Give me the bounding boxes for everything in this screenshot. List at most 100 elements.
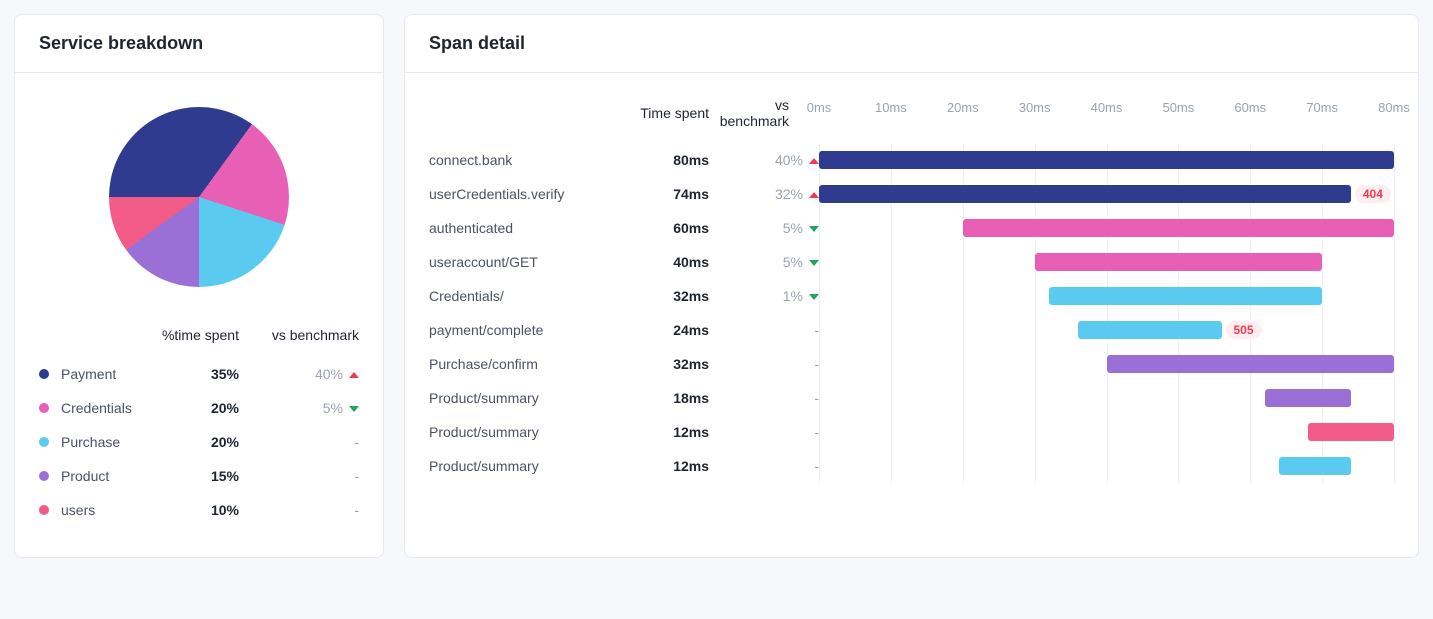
legend-dot [39, 471, 49, 481]
span-bar-cell [819, 449, 1394, 483]
legend-dot [39, 505, 49, 515]
triangle-down-icon [809, 294, 819, 300]
span-benchmark: - [709, 314, 819, 346]
service-row: Purchase20%- [39, 425, 359, 459]
service-benchmark: - [239, 434, 359, 450]
service-name: Product [61, 468, 139, 484]
span-name: useraccount/GET [429, 246, 619, 278]
axis-tick: 10ms [875, 100, 907, 115]
span-name: Product/summary [429, 416, 619, 448]
span-bar-cell [819, 415, 1394, 449]
span-bar [1035, 253, 1323, 271]
axis-tick: 80ms [1378, 100, 1410, 115]
service-time: 20% [139, 434, 239, 450]
timeline-axis: 0ms10ms20ms30ms40ms50ms60ms70ms80ms [819, 100, 1394, 140]
span-name: Product/summary [429, 382, 619, 414]
span-time: 40ms [619, 246, 709, 278]
triangle-up-icon [349, 372, 359, 378]
service-row: Payment35%40% [39, 357, 359, 391]
span-detail-card: Span detail Time spent vs benchmark 0ms1… [404, 14, 1419, 558]
service-row: Product15%- [39, 459, 359, 493]
col-header-bench: vs benchmark [239, 327, 359, 343]
service-row: Credentials20%5% [39, 391, 359, 425]
span-name: payment/complete [429, 314, 619, 346]
span-bar [819, 151, 1394, 169]
pie-chart [39, 107, 359, 287]
span-bar-cell [819, 245, 1394, 279]
service-time: 15% [139, 468, 239, 484]
col-header-time: %time spent [139, 327, 239, 343]
span-time: 32ms [619, 348, 709, 380]
triangle-up-icon [809, 158, 819, 164]
span-time: 12ms [619, 416, 709, 448]
axis-tick: 20ms [947, 100, 979, 115]
service-name: Credentials [61, 400, 139, 416]
span-bar [1049, 287, 1322, 305]
triangle-up-icon [809, 192, 819, 198]
service-breakdown-title: Service breakdown [15, 15, 383, 73]
axis-tick: 60ms [1234, 100, 1266, 115]
span-benchmark: - [709, 450, 819, 482]
axis-tick: 70ms [1306, 100, 1338, 115]
service-time: 10% [139, 502, 239, 518]
axis-tick: 0ms [807, 100, 832, 115]
legend-dot [39, 369, 49, 379]
span-bar-cell [819, 143, 1394, 177]
span-time: 80ms [619, 144, 709, 176]
span-bar [1279, 457, 1351, 475]
span-bar [819, 185, 1351, 203]
axis-tick: 50ms [1162, 100, 1194, 115]
triangle-down-icon [809, 260, 819, 266]
span-bar [1078, 321, 1222, 339]
legend-dot [39, 437, 49, 447]
axis-tick: 40ms [1091, 100, 1123, 115]
service-benchmark: - [239, 468, 359, 484]
span-name: Purchase/confirm [429, 348, 619, 380]
triangle-down-icon [809, 226, 819, 232]
span-name: userCredentials.verify [429, 178, 619, 210]
span-time: 60ms [619, 212, 709, 244]
service-benchmark: 5% [239, 400, 359, 416]
span-benchmark: - [709, 382, 819, 414]
error-badge: 505 [1226, 321, 1262, 339]
span-benchmark: 5% [709, 212, 819, 244]
span-benchmark: 40% [709, 144, 819, 176]
span-bar [963, 219, 1394, 237]
span-bar-cell [819, 381, 1394, 415]
span-detail-table: Time spent vs benchmark 0ms10ms20ms30ms4… [429, 97, 1394, 483]
span-time: 74ms [619, 178, 709, 210]
span-name: Product/summary [429, 450, 619, 482]
service-time: 35% [139, 366, 239, 382]
service-time: 20% [139, 400, 239, 416]
span-detail-title: Span detail [405, 15, 1418, 73]
triangle-down-icon [349, 406, 359, 412]
service-breakdown-table: %time spent vs benchmark Payment35%40%Cr… [39, 327, 359, 527]
span-bar [1107, 355, 1395, 373]
span-benchmark: - [709, 348, 819, 380]
span-benchmark: 32% [709, 178, 819, 210]
span-benchmark: - [709, 416, 819, 448]
span-bar [1265, 389, 1351, 407]
service-name: Purchase [61, 434, 139, 450]
service-benchmark: - [239, 502, 359, 518]
span-bar-cell [819, 211, 1394, 245]
service-name: users [61, 502, 139, 518]
span-name: authenticated [429, 212, 619, 244]
error-badge: 404 [1355, 185, 1391, 203]
axis-tick: 30ms [1019, 100, 1051, 115]
service-row: users10%- [39, 493, 359, 527]
service-benchmark: 40% [239, 366, 359, 382]
service-breakdown-card: Service breakdown %time spent vs benchma… [14, 14, 384, 558]
span-col-time: Time spent [619, 105, 709, 135]
span-time: 18ms [619, 382, 709, 414]
legend-dot [39, 403, 49, 413]
span-name: Credentials/ [429, 280, 619, 312]
span-name: connect.bank [429, 144, 619, 176]
span-bar-cell: 505 [819, 313, 1394, 347]
span-bar [1308, 423, 1394, 441]
span-time: 32ms [619, 280, 709, 312]
span-bar-cell [819, 279, 1394, 313]
span-benchmark: 1% [709, 280, 819, 312]
service-name: Payment [61, 366, 139, 382]
span-benchmark: 5% [709, 246, 819, 278]
